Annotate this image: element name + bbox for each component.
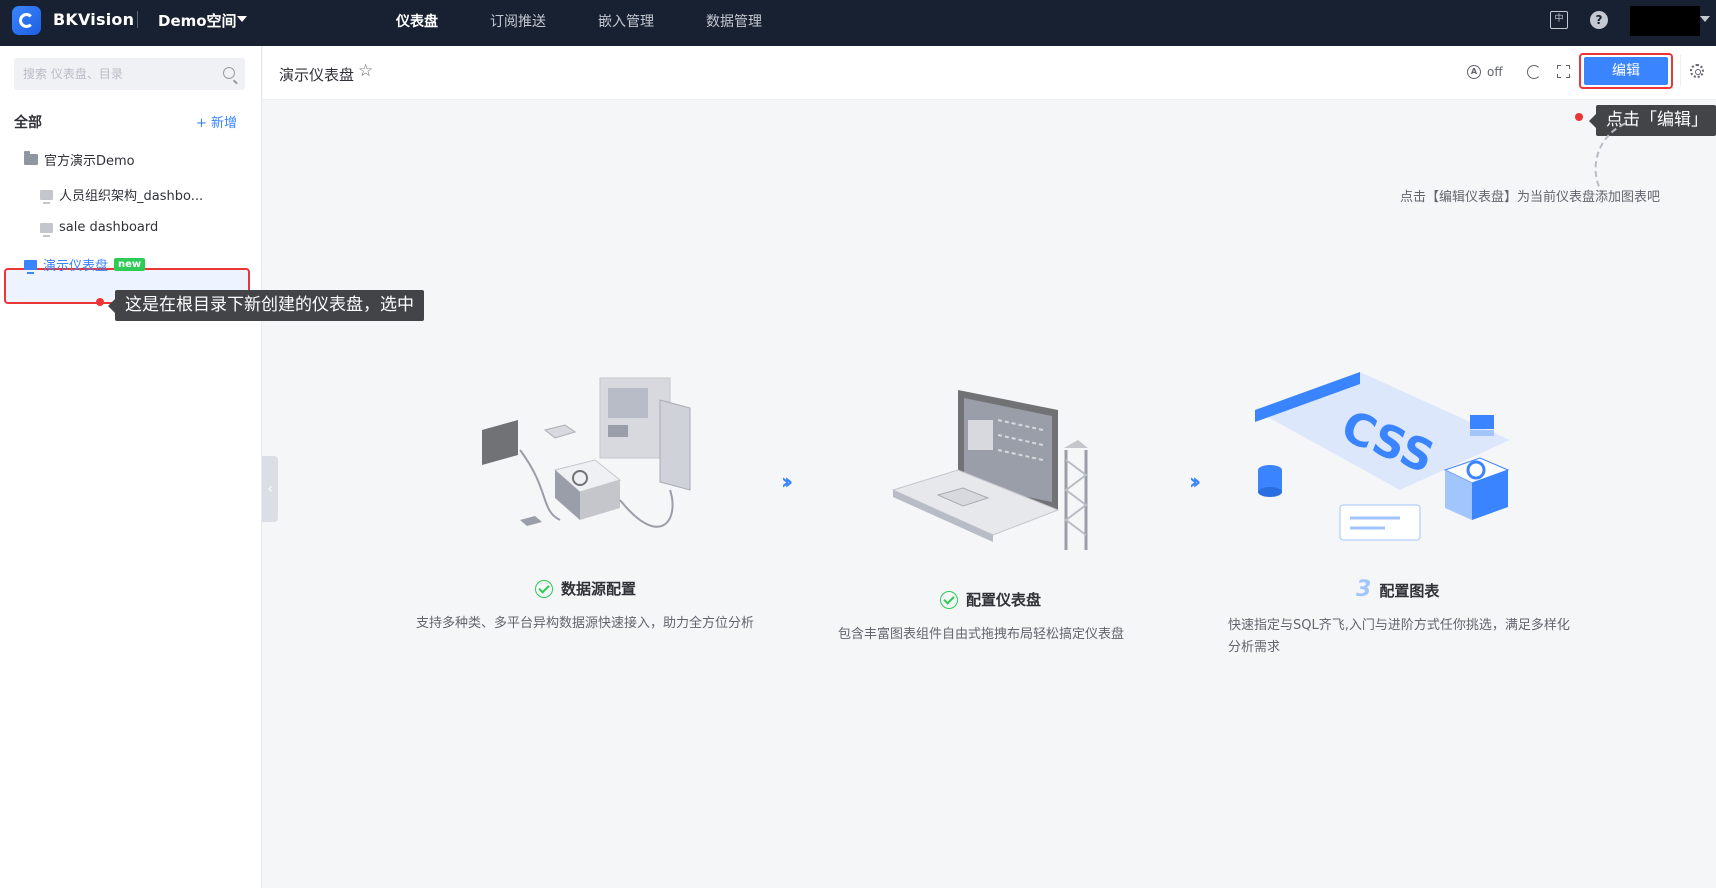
refresh-icon[interactable] [1527,65,1541,79]
auto-refresh-icon[interactable]: A [1467,65,1481,79]
check-circle-icon [940,590,958,609]
tree-item-label: sale dashboard [59,220,159,235]
sidebar-search[interactable] [14,58,245,90]
language-icon[interactable]: 中 [1550,11,1568,29]
page-title: 演示仪表盘 [279,66,355,84]
step-1-title: 数据源配置 [535,578,636,599]
annotation-tooltip-sidebar: 这是在根目录下新创建的仪表盘，选中 [108,290,424,321]
data-source-illustration [482,377,691,528]
step-title-text: 配置仪表盘 [966,591,1042,609]
annotation-dot [96,298,104,306]
step-3-desc: 快速指定与SQL齐飞,入门与进阶方式任你挑选，满足多样化分析需求 [1228,618,1570,655]
tree-item-demo-dashboard[interactable]: 演示仪表盘 new [24,255,146,274]
step-3-title: 3 配置图表 [1356,579,1439,601]
step-title-text: 配置图表 [1379,581,1440,600]
search-icon[interactable] [223,67,235,79]
user-caret-icon[interactable] [1700,16,1710,22]
divider [137,11,138,28]
top-nav-bar: BKVision Demo空间 仪表盘 订阅推送 嵌入管理 数据管理 中 ? [0,0,1716,46]
dashboard-icon [24,259,37,274]
auto-refresh-status[interactable]: off [1487,65,1503,79]
edit-hint-text: 点击【编辑仪表盘】为当前仪表盘添加图表吧 [1400,190,1661,205]
tree-item-label: 人员组织架构_dashbo... [59,189,204,204]
app-name: BKVision [53,10,135,29]
gear-icon [1689,64,1704,78]
double-chevron-right-icon: ›› [1189,470,1201,495]
collapse-sidebar-handle[interactable]: ‹ [262,456,278,522]
tree-root-label: 全部 [14,115,42,131]
user-avatar[interactable] [1630,6,1700,36]
double-chevron-right-icon: ›› [781,470,793,495]
step-2-title: 配置仪表盘 [940,589,1041,610]
dashboard-icon [40,222,53,237]
folder-label: 官方演示Demo [44,154,135,169]
chart-config-illustration: CSS [1255,372,1510,541]
fullscreen-icon[interactable] [1557,65,1570,78]
step-2-desc: 包含丰富图表组件自由式拖拽布局轻松搞定仪表盘 [838,627,1125,642]
step-1-desc: 支持多种类、多平台异构数据源快速接入，助力全方位分析 [416,616,755,631]
nav-embed[interactable]: 嵌入管理 [598,11,654,31]
annotation-dot [1575,113,1583,121]
help-icon[interactable]: ? [1590,11,1608,29]
caret-down-icon[interactable] [237,16,247,22]
space-selector[interactable]: Demo空间 [158,10,237,31]
dashboard-icon [40,189,53,204]
new-badge: new [114,258,146,271]
settings-button[interactable] [1680,55,1712,87]
tree-item-label: 演示仪表盘 [43,259,109,274]
nav-dashboard[interactable]: 仪表盘 [396,11,438,31]
folder-icon [24,151,38,165]
bkvision-logo-icon[interactable] [12,6,41,35]
tree-folder[interactable]: 官方演示Demo [24,150,135,169]
search-input[interactable] [14,58,214,90]
star-icon[interactable]: ☆ [358,61,373,81]
add-new-button[interactable]: + 新增 [196,112,237,131]
nav-subscription[interactable]: 订阅推送 [490,11,546,31]
check-circle-icon [535,579,553,598]
nav-data-management[interactable]: 数据管理 [706,11,762,31]
step-title-text: 数据源配置 [561,580,637,598]
tree-item-org-dashboard[interactable]: 人员组织架构_dashbo... [40,185,203,204]
sidebar: 全部 + 新增 官方演示Demo 人员组织架构_dashbo... sale d… [0,46,262,888]
tree-item-sale-dashboard[interactable]: sale dashboard [40,220,159,237]
step-number-icon: 3 [1356,577,1372,602]
edit-button[interactable]: 编辑 [1584,57,1668,85]
dashboard-illustration [891,390,1088,550]
dashboard-header: 演示仪表盘 ☆ A off 编辑 [263,46,1716,100]
